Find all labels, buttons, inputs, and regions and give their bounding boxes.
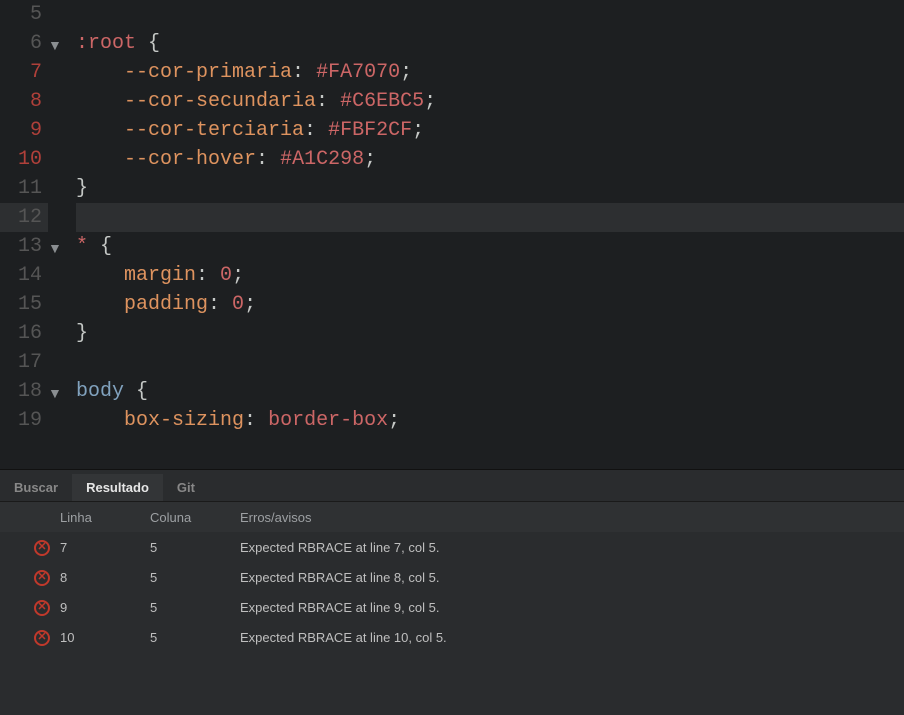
cell-msg: Expected RBRACE at line 8, col 5.	[240, 570, 904, 585]
fold-toggle-icon	[48, 406, 76, 435]
panel-tab-git[interactable]: Git	[163, 474, 209, 501]
results-row[interactable]: ✕ 85Expected RBRACE at line 8, col 5.	[0, 562, 904, 592]
cell-col: 5	[150, 540, 240, 555]
results-table: Linha Coluna Erros/avisos ✕75Expected RB…	[0, 502, 904, 715]
line-number[interactable]: 17	[0, 348, 48, 377]
results-header-row: Linha Coluna Erros/avisos	[0, 502, 904, 532]
code-line[interactable]: 17	[0, 348, 904, 377]
header-msg: Erros/avisos	[240, 510, 904, 525]
cell-col: 5	[150, 630, 240, 645]
fold-toggle-icon	[48, 0, 76, 29]
code-content[interactable]	[76, 0, 904, 29]
cell-line: 9	[60, 600, 150, 615]
panel-tab-resultado[interactable]: Resultado	[72, 474, 163, 501]
fold-toggle-icon	[48, 261, 76, 290]
line-number[interactable]: 5	[0, 0, 48, 29]
results-panel: BuscarResultadoGit Linha Coluna Erros/av…	[0, 469, 904, 715]
code-line[interactable]: 7 --cor-primaria: #FA7070;	[0, 58, 904, 87]
line-number[interactable]: 6	[0, 29, 48, 58]
line-number[interactable]: 14	[0, 261, 48, 290]
cell-col: 5	[150, 600, 240, 615]
line-number[interactable]: 11	[0, 174, 48, 203]
fold-toggle-icon	[48, 116, 76, 145]
code-content[interactable]: body {	[76, 377, 904, 406]
code-line[interactable]: 18▼body {	[0, 377, 904, 406]
fold-toggle-icon	[48, 319, 76, 348]
fold-toggle-icon	[48, 290, 76, 319]
results-row[interactable]: ✕ 75Expected RBRACE at line 7, col 5.	[0, 532, 904, 562]
cell-line: 10	[60, 630, 150, 645]
cell-line: 7	[60, 540, 150, 555]
error-icon: ✕	[32, 598, 52, 616]
code-content[interactable]: * {	[76, 232, 904, 261]
code-content[interactable]	[76, 348, 904, 377]
line-number[interactable]: 8	[0, 87, 48, 116]
code-line[interactable]: 14 margin: 0;	[0, 261, 904, 290]
code-content[interactable]: margin: 0;	[76, 261, 904, 290]
code-line[interactable]: 19 box-sizing: border-box;	[0, 406, 904, 435]
results-row[interactable]: ✕ 95Expected RBRACE at line 9, col 5.	[0, 592, 904, 622]
header-line: Linha	[60, 510, 150, 525]
fold-toggle-icon[interactable]: ▼	[48, 377, 76, 406]
code-line[interactable]: 9 --cor-terciaria: #FBF2CF;	[0, 116, 904, 145]
code-content[interactable]: }	[76, 174, 904, 203]
cell-col: 5	[150, 570, 240, 585]
code-editor[interactable]: 56▼:root {7 --cor-primaria: #FA7070;8 --…	[0, 0, 904, 469]
error-icon: ✕	[32, 628, 52, 646]
code-content[interactable]: --cor-hover: #A1C298;	[76, 145, 904, 174]
results-row[interactable]: ✕ 105Expected RBRACE at line 10, col 5.	[0, 622, 904, 652]
line-number[interactable]: 18	[0, 377, 48, 406]
line-number[interactable]: 12	[0, 203, 48, 232]
code-line[interactable]: 12	[0, 203, 904, 232]
cell-msg: Expected RBRACE at line 9, col 5.	[240, 600, 904, 615]
code-line[interactable]: 11}	[0, 174, 904, 203]
fold-toggle-icon	[48, 174, 76, 203]
code-line[interactable]: 5	[0, 0, 904, 29]
cell-line: 8	[60, 570, 150, 585]
cell-msg: Expected RBRACE at line 10, col 5.	[240, 630, 904, 645]
code-content[interactable]: }	[76, 319, 904, 348]
fold-toggle-icon	[48, 87, 76, 116]
code-content[interactable]: padding: 0;	[76, 290, 904, 319]
fold-toggle-icon	[48, 58, 76, 87]
code-line[interactable]: 8 --cor-secundaria: #C6EBC5;	[0, 87, 904, 116]
error-icon: ✕	[32, 538, 52, 556]
fold-toggle-icon[interactable]: ▼	[48, 29, 76, 58]
code-line[interactable]: 16}	[0, 319, 904, 348]
line-number[interactable]: 19	[0, 406, 48, 435]
panel-tab-buscar[interactable]: Buscar	[0, 474, 72, 501]
code-content[interactable]: --cor-terciaria: #FBF2CF;	[76, 116, 904, 145]
line-number[interactable]: 10	[0, 145, 48, 174]
code-content[interactable]: --cor-primaria: #FA7070;	[76, 58, 904, 87]
code-line[interactable]: 6▼:root {	[0, 29, 904, 58]
line-number[interactable]: 13	[0, 232, 48, 261]
line-number[interactable]: 7	[0, 58, 48, 87]
fold-toggle-icon	[48, 348, 76, 377]
code-content[interactable]	[76, 203, 904, 232]
cell-msg: Expected RBRACE at line 7, col 5.	[240, 540, 904, 555]
code-line[interactable]: 13▼* {	[0, 232, 904, 261]
panel-tab-bar: BuscarResultadoGit	[0, 470, 904, 502]
code-content[interactable]: box-sizing: border-box;	[76, 406, 904, 435]
code-content[interactable]: :root {	[76, 29, 904, 58]
fold-toggle-icon	[48, 203, 76, 232]
code-line[interactable]: 10 --cor-hover: #A1C298;	[0, 145, 904, 174]
code-line[interactable]: 15 padding: 0;	[0, 290, 904, 319]
line-number[interactable]: 15	[0, 290, 48, 319]
line-number[interactable]: 9	[0, 116, 48, 145]
fold-toggle-icon	[48, 145, 76, 174]
line-number[interactable]: 16	[0, 319, 48, 348]
code-content[interactable]: --cor-secundaria: #C6EBC5;	[76, 87, 904, 116]
error-icon: ✕	[32, 568, 52, 586]
fold-toggle-icon[interactable]: ▼	[48, 232, 76, 261]
header-col: Coluna	[150, 510, 240, 525]
